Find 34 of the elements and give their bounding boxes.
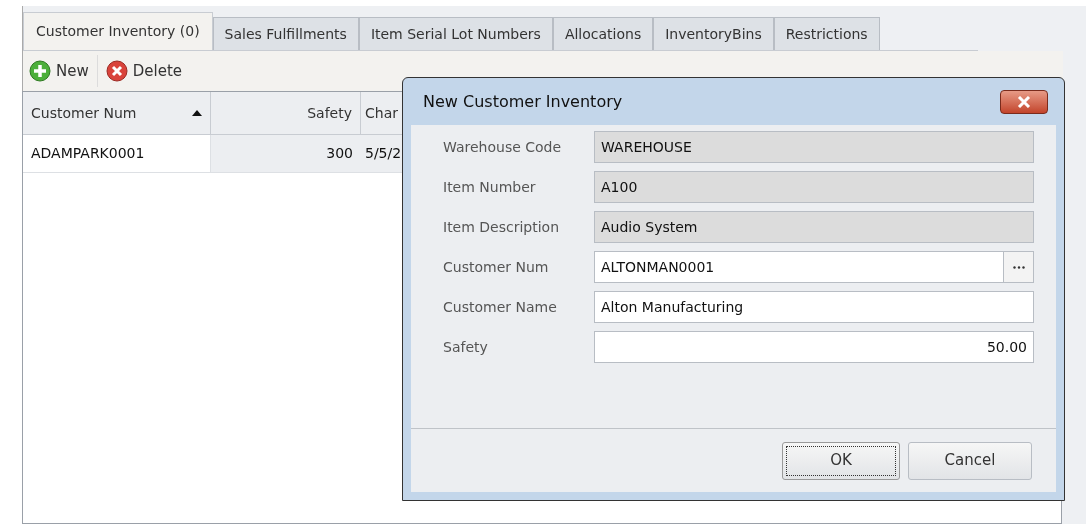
- tab[interactable]: Allocations: [552, 17, 654, 50]
- field-label: Safety: [443, 337, 489, 357]
- cancel-button[interactable]: Cancel: [908, 441, 1032, 480]
- close-button[interactable]: [1000, 89, 1048, 114]
- ok-button[interactable]: OK: [782, 441, 900, 480]
- add-icon: [29, 60, 51, 82]
- read-only-field[interactable]: A100: [594, 171, 1034, 203]
- field-label: Warehouse Code: [443, 137, 563, 157]
- delete-icon: [105, 60, 128, 82]
- tab[interactable]: Sales Fulfillments: [212, 17, 359, 50]
- sort-arrow-icon: [192, 110, 202, 116]
- new-button[interactable]: New: [25, 55, 93, 87]
- tab[interactable]: Item Serial Lot Numbers: [358, 17, 553, 50]
- table-cell: 300: [211, 135, 361, 172]
- column-header[interactable]: Safety: [211, 92, 361, 134]
- table-cell: 5/5/2: [361, 135, 403, 172]
- tab[interactable]: InventoryBins: [653, 17, 774, 50]
- field-label: Customer Num: [443, 257, 550, 277]
- read-only-field[interactable]: Audio System: [594, 211, 1034, 243]
- ellipsis-icon: [1012, 265, 1025, 269]
- dialog-title: New Customer Inventory: [423, 90, 624, 113]
- read-only-field[interactable]: WAREHOUSE: [594, 131, 1034, 163]
- tab[interactable]: Customer Inventory (0): [23, 12, 213, 50]
- delete-button[interactable]: Delete: [96, 55, 186, 87]
- column-header[interactable]: Customer Num: [23, 92, 211, 134]
- input-field[interactable]: Alton Manufacturing: [594, 291, 1034, 323]
- column-header[interactable]: Char: [361, 92, 403, 134]
- field-label: Item Description: [443, 217, 561, 237]
- tab[interactable]: Restrictions: [773, 17, 880, 50]
- close-icon: [1017, 95, 1031, 108]
- field-label: Item Number: [443, 177, 537, 197]
- input-field[interactable]: ALTONMAN0001: [594, 251, 1004, 283]
- field-label: Customer Name: [443, 297, 558, 317]
- input-field[interactable]: 50.00: [594, 331, 1034, 363]
